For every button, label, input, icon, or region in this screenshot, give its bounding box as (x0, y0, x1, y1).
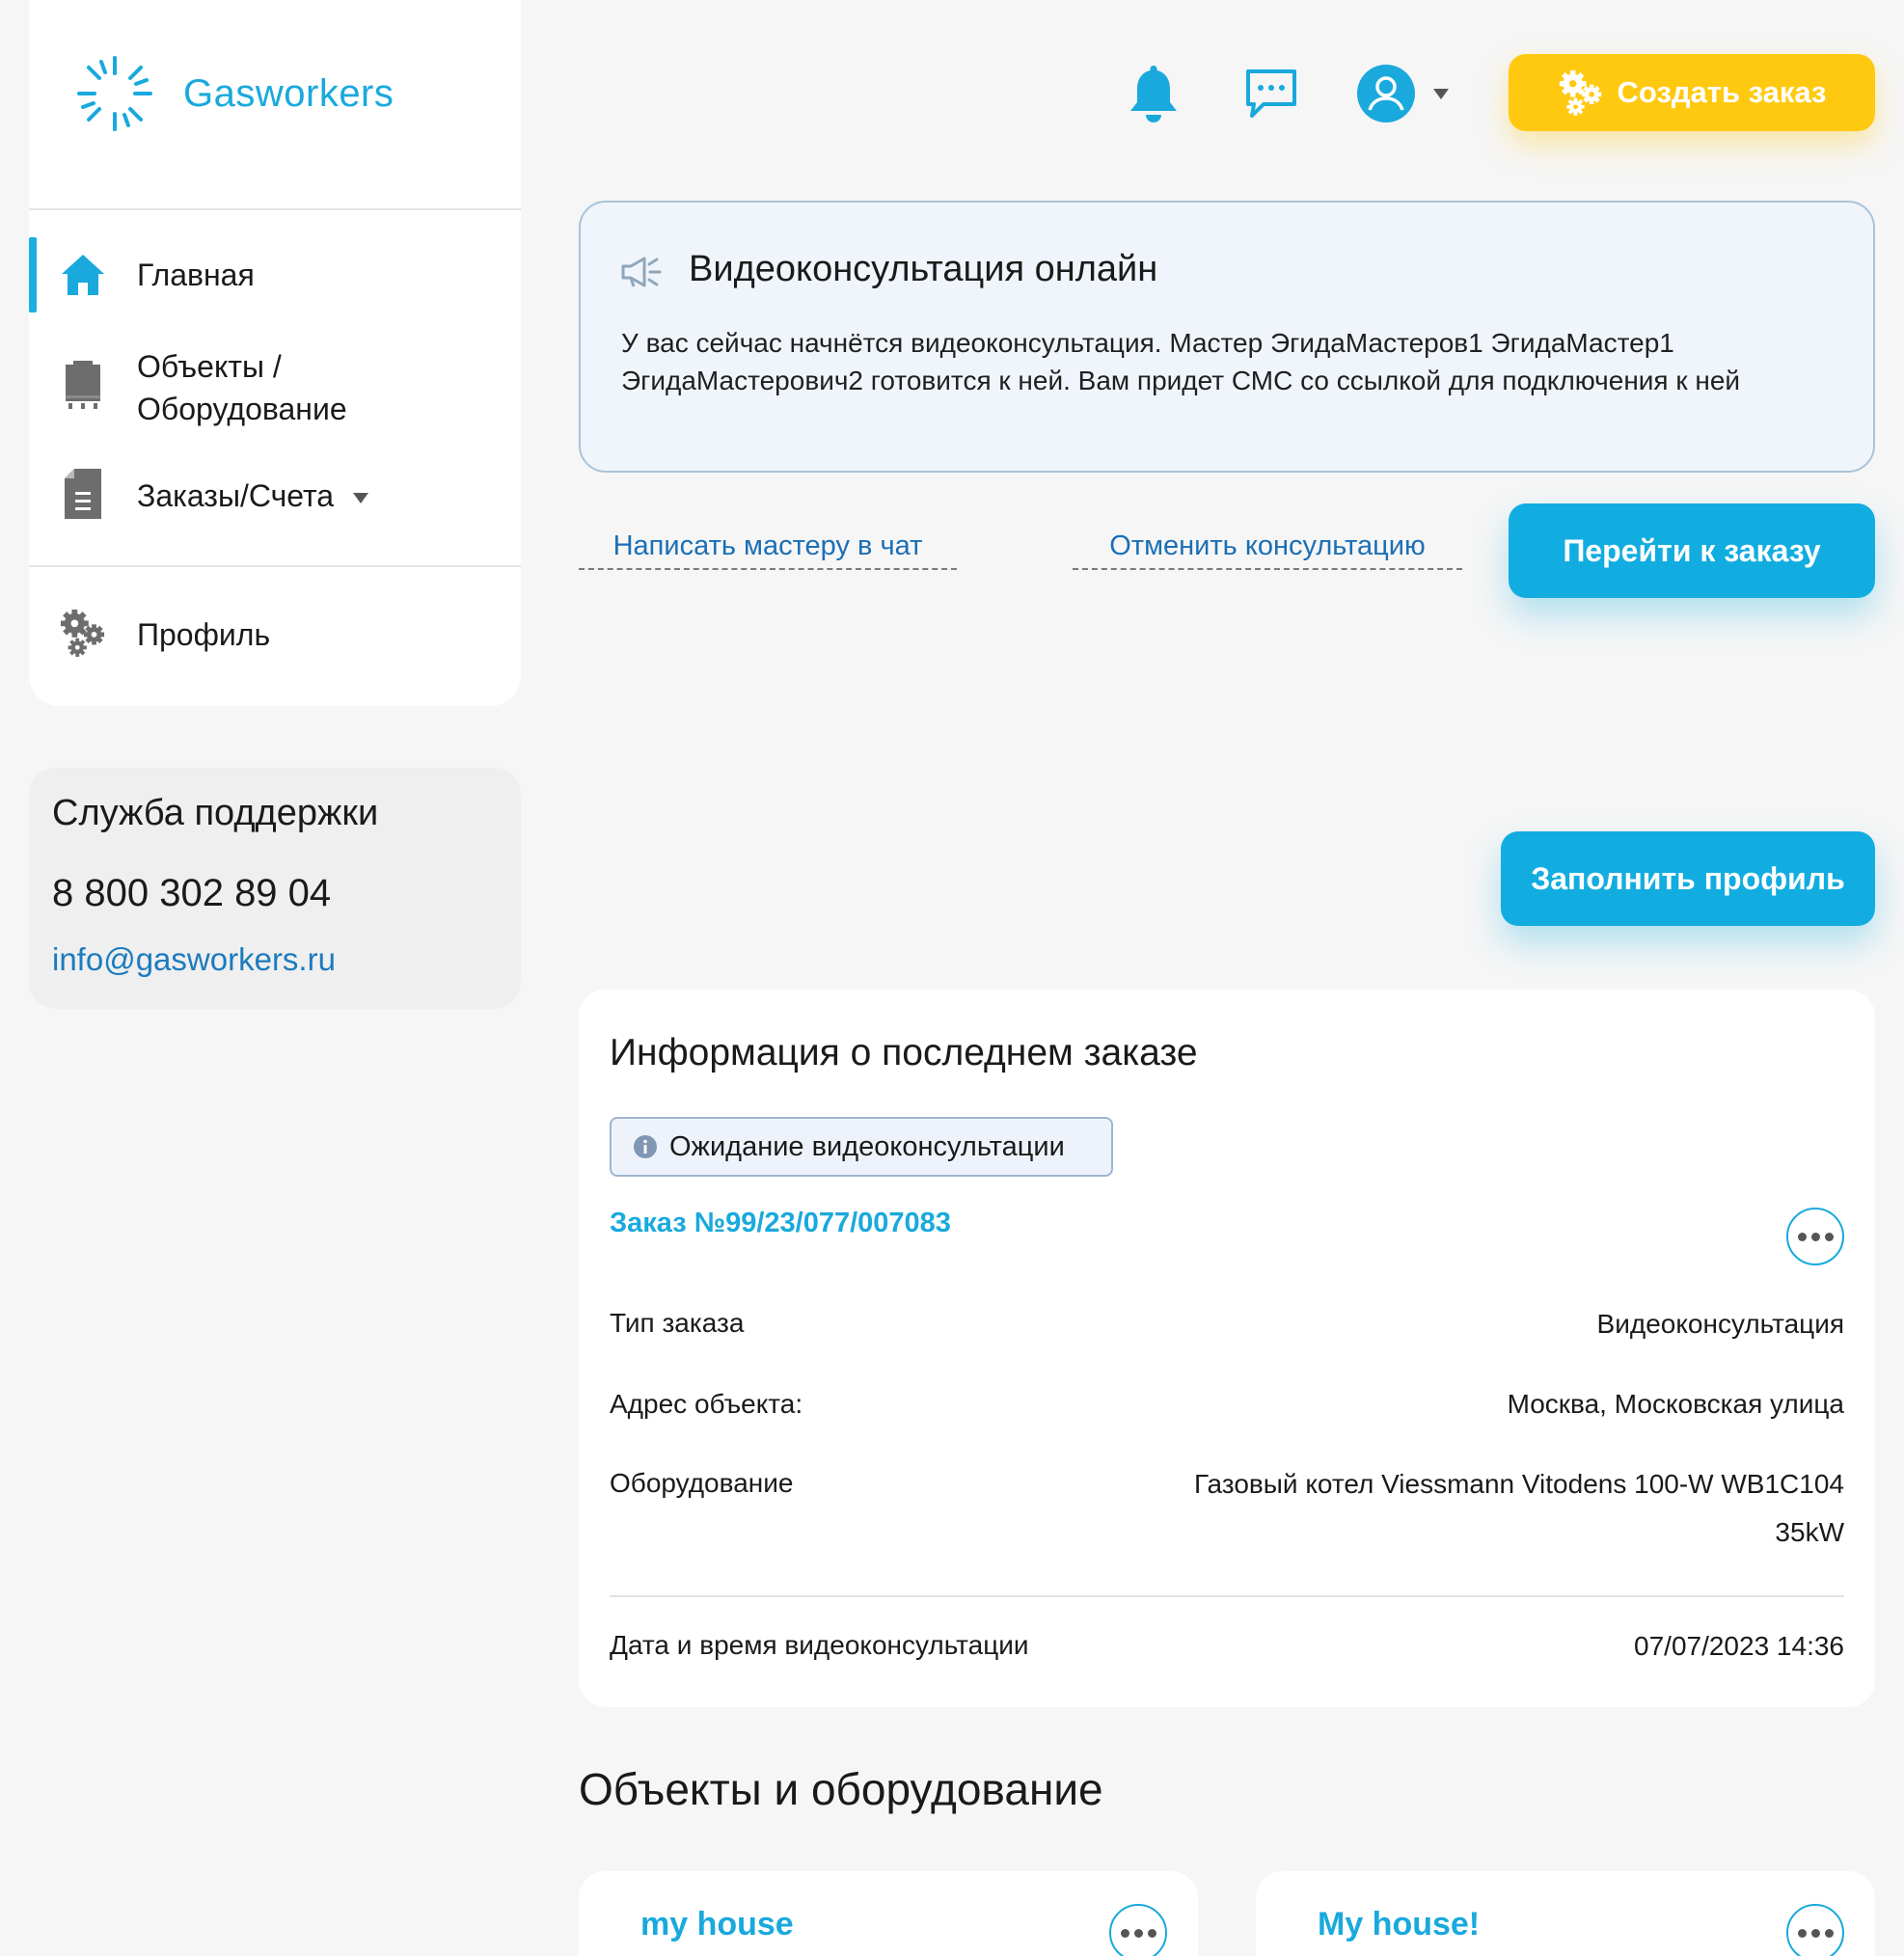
sidebar-divider (29, 208, 521, 210)
object-address-label: Адрес объекта: (610, 1389, 803, 1419)
more-options-button[interactable] (1786, 1208, 1844, 1265)
cancel-consultation-link[interactable]: Отменить консультацию (1073, 530, 1462, 570)
home-icon (60, 252, 106, 298)
sidebar-item-home[interactable]: Главная (29, 237, 521, 312)
chat-with-master-link[interactable]: Написать мастеру в чат (579, 530, 957, 570)
equipment-value: Газовый котел Viessmann Vitodens 100-W W… (1194, 1460, 1844, 1557)
chevron-down-icon (1433, 88, 1449, 99)
order-number-link[interactable]: Заказ №99/23/077/007083 (610, 1208, 951, 1239)
sidebar-item-label-line1: Объекты / (137, 349, 282, 384)
sidebar-item-profile[interactable]: Профиль (29, 600, 521, 669)
equipment-value-line1: Газовый котел Viessmann Vitodens 100-W W… (1193, 1469, 1844, 1499)
object-name[interactable]: My house! (1318, 1906, 1480, 1943)
consultation-datetime-label: Дата и время видеоконсультации (610, 1630, 1029, 1660)
megaphone-icon (619, 255, 664, 294)
sidebar-item-label: Главная (137, 258, 255, 292)
status-badge-label: Ожидание видеоконсультации (669, 1130, 1065, 1162)
consultation-datetime-value: 07/07/2023 14:36 (1634, 1631, 1844, 1661)
sidebar-item-orders[interactable]: Заказы/Счета (29, 461, 521, 530)
support-title: Служба поддержки (52, 793, 379, 833)
support-box: Служба поддержки 8 800 302 89 04 info@ga… (29, 768, 521, 1009)
gears-icon (1559, 69, 1601, 116)
sidebar-divider (29, 565, 521, 567)
info-icon (634, 1135, 657, 1158)
sidebar: Gasworkers Главная Объекты / Оборудовани… (29, 0, 521, 706)
chevron-down-icon[interactable] (353, 493, 369, 504)
more-icon (1797, 1928, 1834, 1938)
logo-icon (77, 56, 152, 131)
avatar-icon (1357, 65, 1415, 122)
object-card[interactable]: My house! (1256, 1871, 1875, 1956)
order-type-value: Видеоконсультация (1596, 1309, 1844, 1339)
status-badge: Ожидание видеоконсультации (610, 1117, 1113, 1177)
chat-icon[interactable] (1244, 68, 1298, 120)
card-divider (610, 1595, 1844, 1597)
sidebar-item-label: Объекты / Оборудование (137, 345, 347, 430)
user-menu[interactable] (1356, 64, 1449, 123)
create-order-button[interactable]: Создать заказ (1509, 54, 1875, 131)
document-icon (60, 469, 106, 519)
boiler-icon (60, 361, 106, 409)
sidebar-item-label: Профиль (137, 617, 271, 652)
object-name[interactable]: my house (640, 1906, 794, 1943)
sidebar-item-label-text: Заказы/Счета (137, 478, 335, 513)
go-to-order-button[interactable]: Перейти к заказу (1509, 503, 1875, 598)
more-options-button[interactable] (1786, 1904, 1844, 1956)
fill-profile-button[interactable]: Заполнить профиль (1501, 831, 1875, 926)
video-consultation-notice: Видеоконсультация онлайн У вас сейчас на… (579, 201, 1875, 473)
bell-icon[interactable] (1125, 62, 1183, 125)
sidebar-item-objects[interactable]: Объекты / Оборудование (29, 340, 521, 436)
equipment-value-line2: 35kW (1775, 1517, 1844, 1547)
logo-text: Gasworkers (183, 71, 394, 115)
sidebar-item-label-line2: Оборудование (137, 392, 347, 426)
equipment-label: Оборудование (610, 1468, 794, 1498)
support-phone[interactable]: 8 800 302 89 04 (52, 872, 331, 915)
notice-title: Видеоконсультация онлайн (689, 249, 1158, 289)
notice-text: У вас сейчас начнётся видеоконсультация.… (621, 328, 1741, 395)
object-card[interactable]: my house (579, 1871, 1198, 1956)
gears-icon (60, 610, 106, 657)
logo[interactable]: Gasworkers (75, 54, 394, 133)
last-order-title: Информация о последнем заказе (610, 1032, 1198, 1073)
more-icon (1120, 1928, 1156, 1938)
more-icon (1797, 1232, 1834, 1241)
last-order-card: Информация о последнем заказе Ожидание в… (579, 990, 1875, 1707)
support-email-link[interactable]: info@gasworkers.ru (52, 941, 336, 978)
order-type-label: Тип заказа (610, 1308, 745, 1338)
objects-section-title: Объекты и оборудование (579, 1764, 1103, 1814)
object-address-value: Москва, Московская улица (1507, 1389, 1844, 1419)
sidebar-item-label: Заказы/Счета (137, 475, 369, 517)
create-order-label: Создать заказ (1617, 75, 1827, 109)
more-options-button[interactable] (1109, 1904, 1167, 1956)
